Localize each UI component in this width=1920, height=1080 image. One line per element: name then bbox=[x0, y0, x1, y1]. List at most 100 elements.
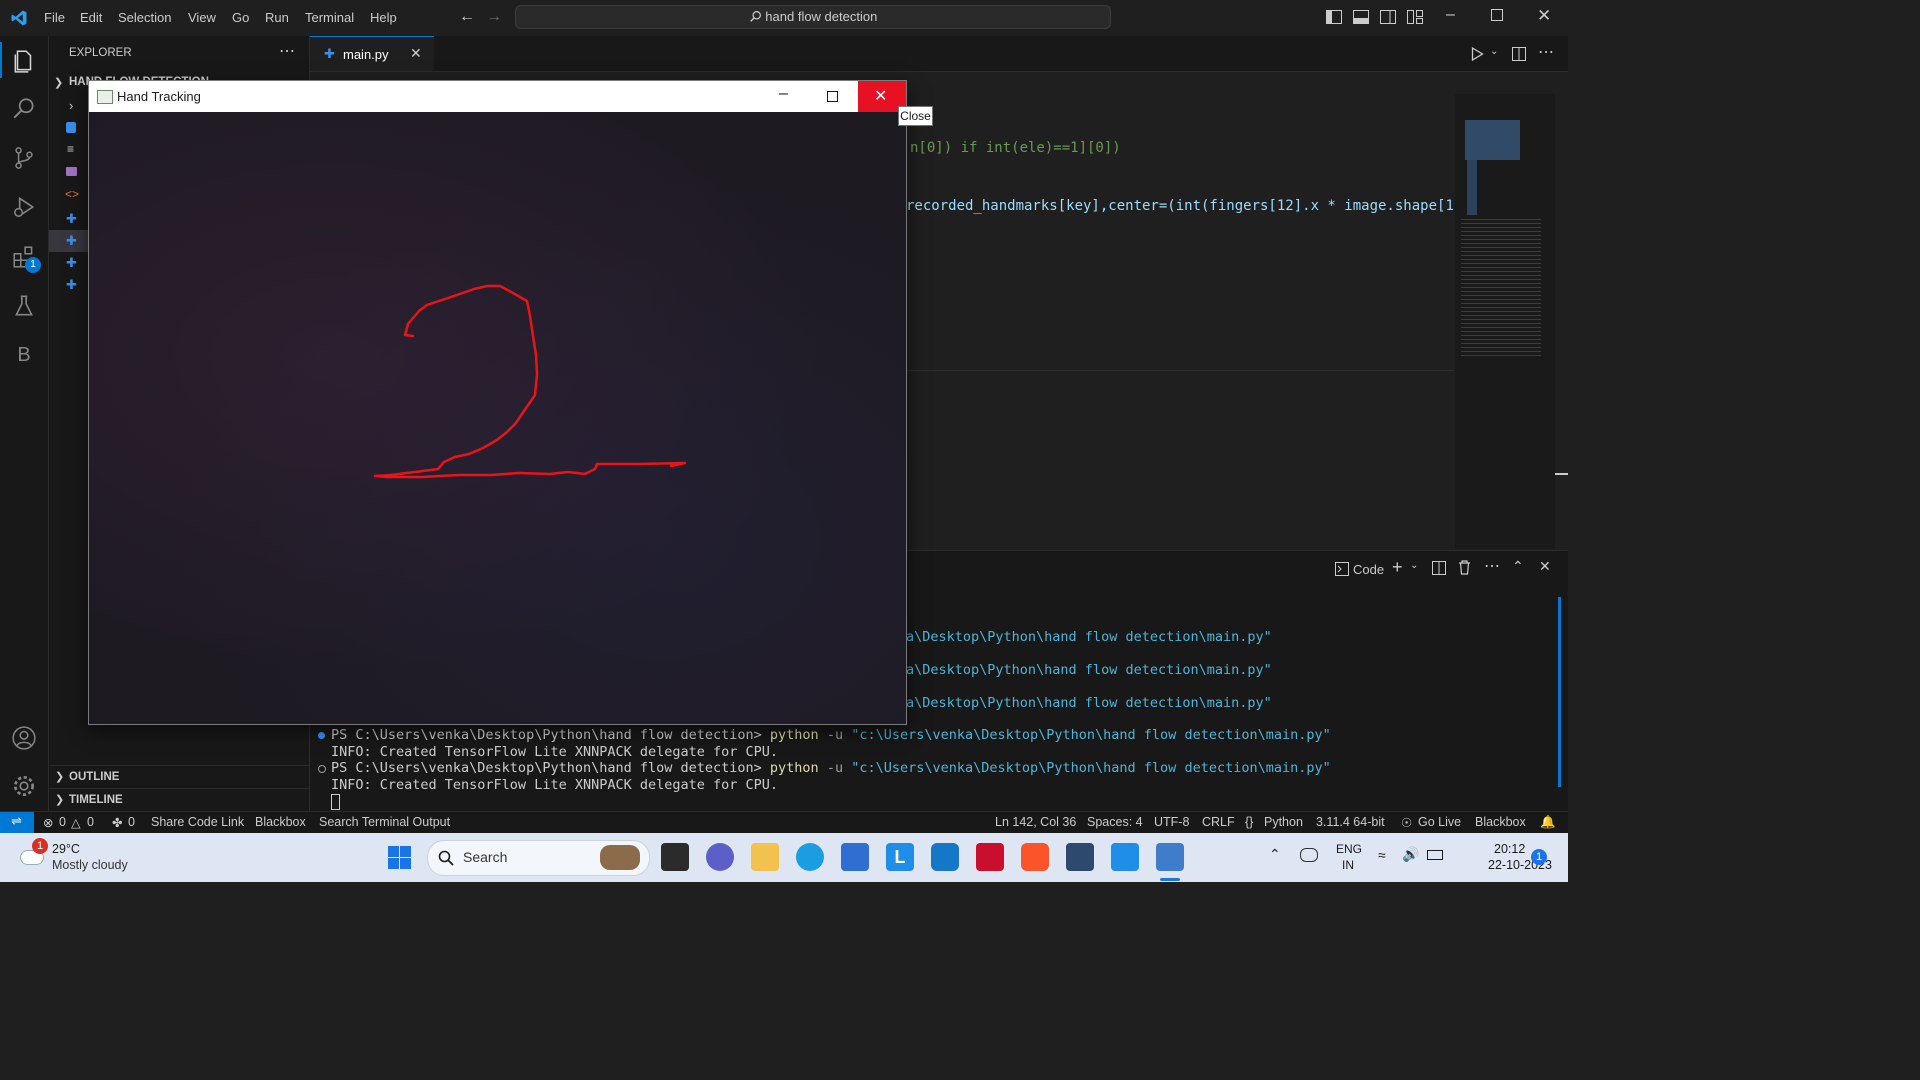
mcafee-icon[interactable] bbox=[976, 843, 1004, 871]
remote-indicator[interactable]: ⇌ bbox=[0, 812, 34, 834]
indentation[interactable]: Spaces: 4 bbox=[1087, 815, 1143, 829]
close-window-icon[interactable]: ✕ bbox=[1537, 6, 1551, 26]
toggle-panel-icon[interactable] bbox=[1353, 10, 1369, 24]
timeline-chevron-icon[interactable]: ❯ bbox=[55, 793, 64, 806]
kill-terminal-trash-icon[interactable] bbox=[1458, 560, 1471, 575]
microsoft-store-icon[interactable] bbox=[841, 843, 869, 871]
html-file-icon[interactable]: <> bbox=[65, 187, 79, 201]
outline-chevron-icon[interactable]: ❯ bbox=[55, 770, 64, 783]
encoding[interactable]: UTF-8 bbox=[1154, 815, 1189, 829]
taskbar-search[interactable]: Search bbox=[427, 840, 650, 876]
warning-count[interactable]: 0 bbox=[87, 815, 94, 829]
blackbox-status[interactable]: Blackbox bbox=[255, 815, 306, 829]
terminal-dropdown-chevron-icon[interactable]: ⌄ bbox=[1410, 560, 1418, 571]
teams-chat-icon[interactable] bbox=[706, 843, 734, 871]
run-debug-icon[interactable] bbox=[11, 194, 37, 220]
onedrive-icon[interactable] bbox=[1300, 848, 1318, 862]
back-arrow-icon[interactable]: ← bbox=[459, 8, 475, 26]
timeline-section[interactable]: TIMELINE bbox=[69, 794, 123, 806]
search-terminal-output[interactable]: Search Terminal Output bbox=[319, 815, 450, 829]
camera-feed-canvas[interactable] bbox=[89, 112, 906, 724]
maximize-panel-chevron-icon[interactable]: ⌃ bbox=[1512, 558, 1524, 575]
hand-tracking-window[interactable]: Hand Tracking – ✕ bbox=[88, 80, 907, 725]
panel-more-actions-icon[interactable]: ⋯ bbox=[1484, 556, 1500, 576]
menu-go[interactable]: Go bbox=[232, 0, 249, 36]
menu-terminal[interactable]: Terminal bbox=[305, 0, 354, 36]
text-file-icon[interactable]: ≡ bbox=[67, 142, 74, 156]
split-editor-icon[interactable] bbox=[1512, 47, 1526, 61]
hand-tracking-titlebar[interactable]: Hand Tracking – ✕ bbox=[89, 81, 906, 112]
editor-more-actions-icon[interactable]: ⋯ bbox=[1538, 42, 1554, 62]
new-terminal-plus-icon[interactable]: + bbox=[1392, 557, 1403, 578]
app-icon[interactable] bbox=[1066, 843, 1094, 871]
cortana-icon[interactable] bbox=[931, 843, 959, 871]
cursor-position[interactable]: Ln 142, Col 36 bbox=[995, 815, 1076, 829]
notifications-bell-icon[interactable]: 🔔 bbox=[1540, 815, 1556, 830]
go-live[interactable]: Go Live bbox=[1418, 815, 1461, 829]
menu-selection[interactable]: Selection bbox=[118, 0, 171, 36]
python-taskbar-icon[interactable] bbox=[1156, 843, 1184, 871]
more-actions-icon[interactable]: ⋯ bbox=[279, 41, 295, 61]
explorer-icon[interactable] bbox=[11, 48, 37, 74]
minimize-icon[interactable]: – bbox=[1446, 6, 1455, 24]
notification-count-badge[interactable]: 1 bbox=[1531, 849, 1547, 865]
menu-help[interactable]: Help bbox=[370, 0, 397, 36]
toggle-secondary-sidebar-icon[interactable] bbox=[1380, 10, 1396, 24]
error-count[interactable]: 0 bbox=[59, 815, 66, 829]
battery-icon[interactable] bbox=[1427, 850, 1443, 860]
close-tab-icon[interactable]: ✕ bbox=[410, 45, 422, 62]
terminal-name[interactable]: Code bbox=[1353, 562, 1384, 577]
python-file-icon[interactable]: ✚ bbox=[66, 277, 77, 293]
blackbox-status-right[interactable]: Blackbox bbox=[1475, 815, 1526, 829]
file-explorer-icon[interactable] bbox=[751, 843, 779, 871]
minimap[interactable] bbox=[1455, 94, 1555, 549]
language-line1[interactable]: ENG bbox=[1336, 842, 1362, 856]
toggle-primary-sidebar-icon[interactable] bbox=[1326, 10, 1342, 24]
python-interpreter[interactable]: 3.11.4 64-bit bbox=[1316, 815, 1385, 829]
weather-icon[interactable]: 1 bbox=[18, 838, 48, 866]
language-mode[interactable]: Python bbox=[1264, 815, 1303, 829]
outline-section[interactable]: OUTLINE bbox=[69, 771, 119, 783]
command-center-search[interactable]: hand flow detection bbox=[515, 5, 1111, 29]
menu-view[interactable]: View bbox=[188, 0, 216, 36]
run-dropdown-chevron-icon[interactable]: ⌄ bbox=[1490, 46, 1498, 57]
forward-arrow-icon[interactable]: → bbox=[486, 8, 502, 26]
image-file-icon[interactable] bbox=[66, 167, 77, 176]
blackbox-icon[interactable]: B bbox=[11, 342, 37, 368]
tab-main-py[interactable]: ✚ main.py ✕ bbox=[310, 36, 434, 71]
command-decoration-icon[interactable] bbox=[318, 732, 325, 739]
customize-layout-icon[interactable] bbox=[1407, 10, 1423, 24]
split-terminal-icon[interactable] bbox=[1432, 561, 1446, 575]
edge-browser-icon[interactable] bbox=[796, 843, 824, 871]
weather-desc[interactable]: Mostly cloudy bbox=[52, 858, 128, 872]
close-panel-icon[interactable]: ✕ bbox=[1539, 558, 1551, 575]
search-icon[interactable] bbox=[11, 96, 37, 122]
terminal-scrollbar[interactable] bbox=[1558, 597, 1561, 787]
accounts-icon[interactable] bbox=[11, 725, 37, 751]
task-view-icon[interactable] bbox=[661, 843, 689, 871]
file-icon[interactable] bbox=[66, 122, 76, 133]
source-control-icon[interactable] bbox=[11, 145, 37, 171]
language-line2[interactable]: IN bbox=[1342, 858, 1354, 872]
project-chevron-icon[interactable]: ❯ bbox=[54, 76, 63, 89]
python-file-icon[interactable]: ✚ bbox=[66, 233, 77, 249]
share-code-link[interactable]: Share Code Link bbox=[151, 815, 244, 829]
run-python-icon[interactable] bbox=[1471, 47, 1484, 61]
manage-gear-icon[interactable] bbox=[11, 773, 37, 799]
menu-file[interactable]: File bbox=[44, 0, 65, 36]
volume-icon[interactable]: 🔊 bbox=[1402, 846, 1419, 863]
menu-run[interactable]: Run bbox=[265, 0, 289, 36]
ports-count[interactable]: 0 bbox=[128, 815, 135, 829]
python-file-icon[interactable]: ✚ bbox=[66, 255, 77, 271]
clock-time[interactable]: 20:12 bbox=[1494, 842, 1525, 856]
wifi-icon[interactable]: ≈ bbox=[1378, 847, 1386, 863]
windows-start-icon[interactable] bbox=[388, 846, 411, 869]
show-hidden-icons-chevron-icon[interactable]: ⌃ bbox=[1269, 846, 1281, 863]
minimize-icon[interactable]: – bbox=[779, 85, 788, 103]
app-l-icon[interactable]: L bbox=[886, 843, 914, 871]
line-endings[interactable]: CRLF bbox=[1202, 815, 1235, 829]
maximize-icon[interactable] bbox=[827, 91, 838, 102]
extensions-icon[interactable]: 1 bbox=[11, 244, 41, 273]
folder-chevron-icon[interactable]: › bbox=[69, 98, 73, 113]
restore-icon[interactable] bbox=[1491, 9, 1503, 21]
